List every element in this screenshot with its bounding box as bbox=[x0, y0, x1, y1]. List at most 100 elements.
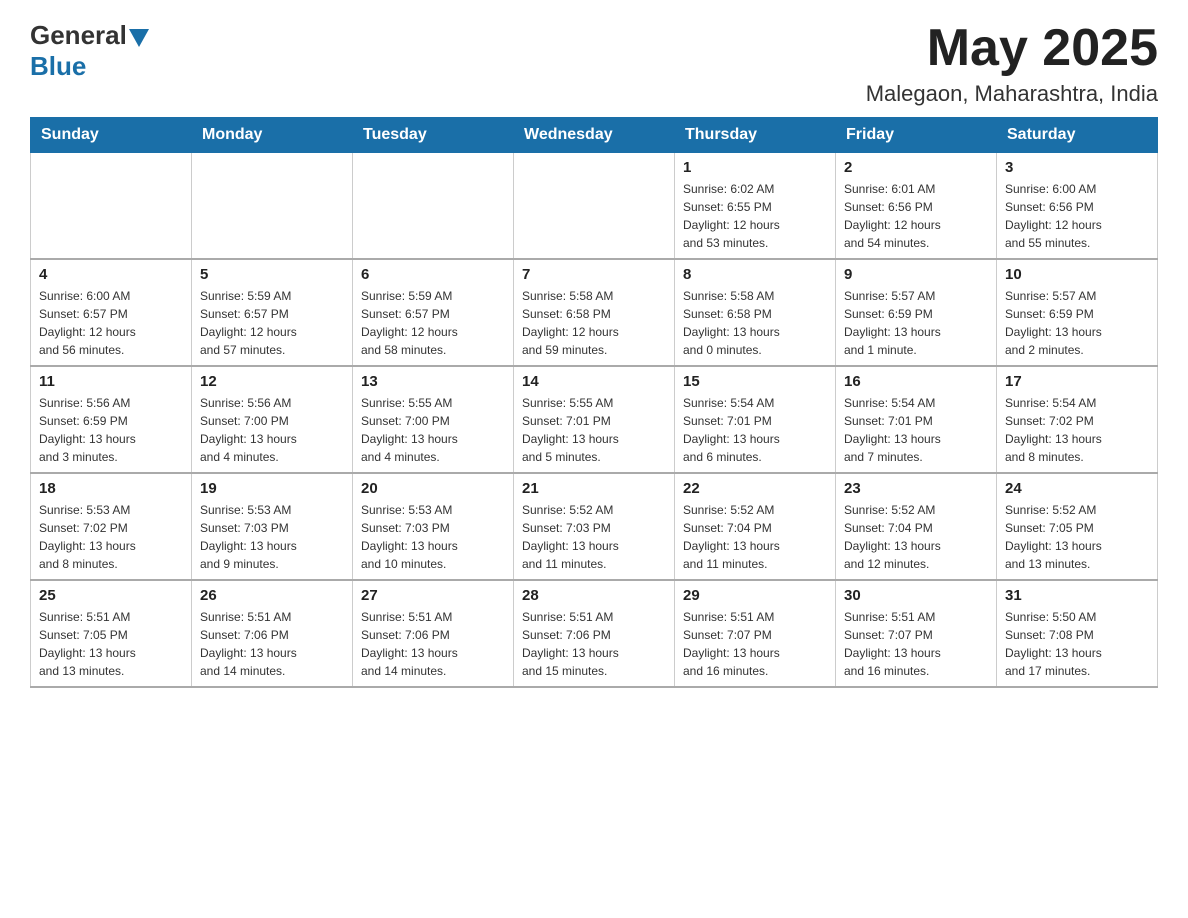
day-number: 10 bbox=[1005, 266, 1149, 283]
day-number: 21 bbox=[522, 480, 666, 497]
calendar-cell: 24Sunrise: 5:52 AM Sunset: 7:05 PM Dayli… bbox=[997, 473, 1158, 580]
calendar-cell: 29 Sunrise: 5:51 AM Sunset: 7:07 PM Dayli… bbox=[675, 580, 836, 687]
calendar-cell: 15 Sunrise: 5:54 AM Sunset: 7:01 PM Dayli… bbox=[675, 366, 836, 473]
weekday-header-saturday: Saturday bbox=[997, 118, 1158, 153]
day-info: Sunrise: 5:51 AM Sunset: 7:07 PM Dayligh… bbox=[683, 608, 827, 680]
weekday-header-thursday: Thursday bbox=[675, 118, 836, 153]
day-info: Sunrise: 5:53 AM Sunset: 7:03 PM Dayligh… bbox=[200, 501, 344, 573]
day-info: Sunrise: 5:57 AM Sunset: 6:59 PM Dayligh… bbox=[1005, 287, 1149, 359]
day-number: 20 bbox=[361, 480, 505, 497]
calendar-cell: 23 Sunrise: 5:52 AM Sunset: 7:04 PM Dayli… bbox=[836, 473, 997, 580]
calendar-cell: 19 Sunrise: 5:53 AM Sunset: 7:03 PM Dayli… bbox=[192, 473, 353, 580]
weekday-header-sunday: Sunday bbox=[31, 118, 192, 153]
calendar-cell: 28 Sunrise: 5:51 AM Sunset: 7:06 PM Dayli… bbox=[514, 580, 675, 687]
day-info: Sunrise: 5:56 AM Sunset: 6:59 PM Dayligh… bbox=[39, 394, 183, 466]
weekday-header-wednesday: Wednesday bbox=[514, 118, 675, 153]
day-number: 3 bbox=[1005, 159, 1149, 176]
day-info: Sunrise: 5:51 AM Sunset: 7:05 PM Dayligh… bbox=[39, 608, 183, 680]
day-number: 11 bbox=[39, 373, 183, 390]
day-info: Sunrise: 5:52 AM Sunset: 7:03 PM Dayligh… bbox=[522, 501, 666, 573]
calendar-cell: 18 Sunrise: 5:53 AM Sunset: 7:02 PM Dayli… bbox=[31, 473, 192, 580]
calendar-cell: 1 Sunrise: 6:02 AM Sunset: 6:55 PM Daylig… bbox=[675, 153, 836, 260]
calendar-week-row: 4Sunrise: 6:00 AM Sunset: 6:57 PM Daylig… bbox=[31, 259, 1158, 366]
page-header: General Blue May 2025 Malegaon, Maharash… bbox=[30, 20, 1158, 107]
day-info: Sunrise: 5:51 AM Sunset: 7:06 PM Dayligh… bbox=[200, 608, 344, 680]
day-number: 13 bbox=[361, 373, 505, 390]
day-info: Sunrise: 6:00 AM Sunset: 6:57 PM Dayligh… bbox=[39, 287, 183, 359]
day-info: Sunrise: 6:00 AM Sunset: 6:56 PM Dayligh… bbox=[1005, 180, 1149, 252]
calendar-cell: 10 Sunrise: 5:57 AM Sunset: 6:59 PM Dayli… bbox=[997, 259, 1158, 366]
calendar-week-row: 11 Sunrise: 5:56 AM Sunset: 6:59 PM Dayli… bbox=[31, 366, 1158, 473]
day-info: Sunrise: 5:59 AM Sunset: 6:57 PM Dayligh… bbox=[361, 287, 505, 359]
day-info: Sunrise: 5:58 AM Sunset: 6:58 PM Dayligh… bbox=[683, 287, 827, 359]
day-number: 19 bbox=[200, 480, 344, 497]
day-info: Sunrise: 5:59 AM Sunset: 6:57 PM Dayligh… bbox=[200, 287, 344, 359]
day-number: 17 bbox=[1005, 373, 1149, 390]
calendar-cell: 4Sunrise: 6:00 AM Sunset: 6:57 PM Daylig… bbox=[31, 259, 192, 366]
location-title: Malegaon, Maharashtra, India bbox=[866, 81, 1158, 107]
day-info: Sunrise: 5:52 AM Sunset: 7:04 PM Dayligh… bbox=[683, 501, 827, 573]
weekday-header-monday: Monday bbox=[192, 118, 353, 153]
calendar-cell: 25 Sunrise: 5:51 AM Sunset: 7:05 PM Dayli… bbox=[31, 580, 192, 687]
day-number: 26 bbox=[200, 587, 344, 604]
day-info: Sunrise: 5:53 AM Sunset: 7:02 PM Dayligh… bbox=[39, 501, 183, 573]
calendar-cell: 21 Sunrise: 5:52 AM Sunset: 7:03 PM Dayli… bbox=[514, 473, 675, 580]
calendar-cell: 9Sunrise: 5:57 AM Sunset: 6:59 PM Daylig… bbox=[836, 259, 997, 366]
weekday-header-friday: Friday bbox=[836, 118, 997, 153]
day-number: 1 bbox=[683, 159, 827, 176]
calendar-cell bbox=[192, 153, 353, 260]
day-number: 15 bbox=[683, 373, 827, 390]
day-info: Sunrise: 5:54 AM Sunset: 7:01 PM Dayligh… bbox=[683, 394, 827, 466]
calendar-cell: 11 Sunrise: 5:56 AM Sunset: 6:59 PM Dayli… bbox=[31, 366, 192, 473]
calendar-cell: 12Sunrise: 5:56 AM Sunset: 7:00 PM Dayli… bbox=[192, 366, 353, 473]
day-info: Sunrise: 5:55 AM Sunset: 7:00 PM Dayligh… bbox=[361, 394, 505, 466]
logo-triangle-icon bbox=[129, 29, 149, 47]
calendar-cell: 5 Sunrise: 5:59 AM Sunset: 6:57 PM Daylig… bbox=[192, 259, 353, 366]
day-number: 23 bbox=[844, 480, 988, 497]
day-info: Sunrise: 5:50 AM Sunset: 7:08 PM Dayligh… bbox=[1005, 608, 1149, 680]
day-info: Sunrise: 5:52 AM Sunset: 7:04 PM Dayligh… bbox=[844, 501, 988, 573]
day-info: Sunrise: 5:56 AM Sunset: 7:00 PM Dayligh… bbox=[200, 394, 344, 466]
calendar-cell bbox=[514, 153, 675, 260]
day-number: 25 bbox=[39, 587, 183, 604]
day-number: 14 bbox=[522, 373, 666, 390]
day-info: Sunrise: 5:55 AM Sunset: 7:01 PM Dayligh… bbox=[522, 394, 666, 466]
calendar-cell: 20 Sunrise: 5:53 AM Sunset: 7:03 PM Dayli… bbox=[353, 473, 514, 580]
calendar-cell: 13 Sunrise: 5:55 AM Sunset: 7:00 PM Dayli… bbox=[353, 366, 514, 473]
calendar-cell: 8 Sunrise: 5:58 AM Sunset: 6:58 PM Daylig… bbox=[675, 259, 836, 366]
day-info: Sunrise: 6:01 AM Sunset: 6:56 PM Dayligh… bbox=[844, 180, 988, 252]
day-number: 28 bbox=[522, 587, 666, 604]
title-block: May 2025 Malegaon, Maharashtra, India bbox=[866, 20, 1158, 107]
day-info: Sunrise: 5:51 AM Sunset: 7:06 PM Dayligh… bbox=[361, 608, 505, 680]
logo-blue-part bbox=[127, 25, 149, 47]
day-info: Sunrise: 5:54 AM Sunset: 7:02 PM Dayligh… bbox=[1005, 394, 1149, 466]
day-number: 27 bbox=[361, 587, 505, 604]
calendar-cell: 30Sunrise: 5:51 AM Sunset: 7:07 PM Dayli… bbox=[836, 580, 997, 687]
day-number: 30 bbox=[844, 587, 988, 604]
day-info: Sunrise: 5:58 AM Sunset: 6:58 PM Dayligh… bbox=[522, 287, 666, 359]
calendar-cell: 7Sunrise: 5:58 AM Sunset: 6:58 PM Daylig… bbox=[514, 259, 675, 366]
day-number: 29 bbox=[683, 587, 827, 604]
day-number: 6 bbox=[361, 266, 505, 283]
logo: General Blue bbox=[30, 20, 149, 82]
day-number: 9 bbox=[844, 266, 988, 283]
month-title: May 2025 bbox=[866, 20, 1158, 77]
calendar-week-row: 1 Sunrise: 6:02 AM Sunset: 6:55 PM Daylig… bbox=[31, 153, 1158, 260]
day-number: 24 bbox=[1005, 480, 1149, 497]
calendar-week-row: 25 Sunrise: 5:51 AM Sunset: 7:05 PM Dayli… bbox=[31, 580, 1158, 687]
day-number: 2 bbox=[844, 159, 988, 176]
day-number: 18 bbox=[39, 480, 183, 497]
day-info: Sunrise: 5:51 AM Sunset: 7:06 PM Dayligh… bbox=[522, 608, 666, 680]
calendar-table: SundayMondayTuesdayWednesdayThursdayFrid… bbox=[30, 117, 1158, 688]
day-number: 5 bbox=[200, 266, 344, 283]
day-info: Sunrise: 6:02 AM Sunset: 6:55 PM Dayligh… bbox=[683, 180, 827, 252]
day-info: Sunrise: 5:53 AM Sunset: 7:03 PM Dayligh… bbox=[361, 501, 505, 573]
weekday-header-tuesday: Tuesday bbox=[353, 118, 514, 153]
day-number: 8 bbox=[683, 266, 827, 283]
calendar-cell: 3 Sunrise: 6:00 AM Sunset: 6:56 PM Daylig… bbox=[997, 153, 1158, 260]
calendar-cell: 16 Sunrise: 5:54 AM Sunset: 7:01 PM Dayli… bbox=[836, 366, 997, 473]
day-info: Sunrise: 5:54 AM Sunset: 7:01 PM Dayligh… bbox=[844, 394, 988, 466]
day-number: 16 bbox=[844, 373, 988, 390]
calendar-cell: 27 Sunrise: 5:51 AM Sunset: 7:06 PM Dayli… bbox=[353, 580, 514, 687]
calendar-cell: 6 Sunrise: 5:59 AM Sunset: 6:57 PM Daylig… bbox=[353, 259, 514, 366]
